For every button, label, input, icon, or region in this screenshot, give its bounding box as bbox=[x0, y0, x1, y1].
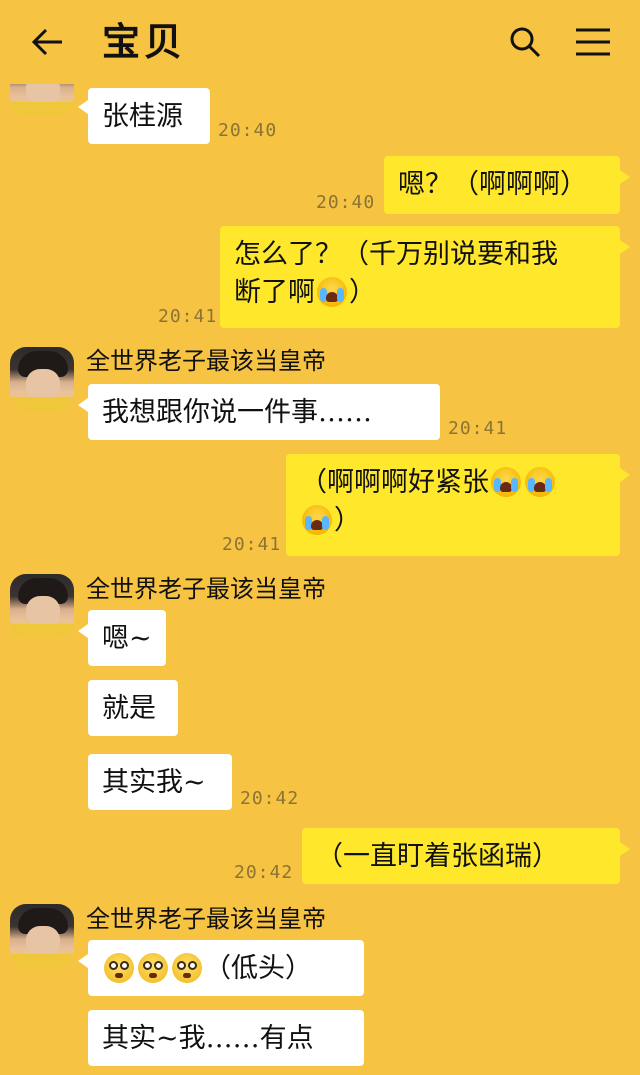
chat-title: 宝贝 bbox=[102, 19, 187, 64]
message-timestamp: 20:40 bbox=[316, 192, 376, 213]
message-text-line: ） bbox=[300, 502, 606, 540]
message-bubble-outgoing[interactable]: 怎么了？（千万别说要和我 断了啊） bbox=[220, 226, 620, 328]
flushed-face-icon bbox=[104, 953, 134, 983]
crying-face-icon bbox=[317, 277, 347, 307]
message-timestamp: 20:41 bbox=[158, 306, 218, 327]
chat-message-list[interactable]: 张桂源 20:40 嗯？（啊啊啊） 20:40 怎么了？（千万别说要和我 断了啊… bbox=[0, 84, 640, 1075]
back-button[interactable] bbox=[28, 24, 68, 60]
flushed-face-icon bbox=[172, 953, 202, 983]
message-timestamp: 20:40 bbox=[218, 120, 278, 141]
arrow-left-icon bbox=[31, 28, 62, 56]
sender-name: 全世界老子最该当皇帝 bbox=[86, 905, 326, 933]
message-bubble-outgoing[interactable]: 嗯？（啊啊啊） bbox=[384, 156, 620, 214]
message-bubble-incoming[interactable]: （低头） bbox=[88, 940, 364, 996]
search-button[interactable] bbox=[506, 24, 546, 60]
sender-name: 全世界老子最该当皇帝 bbox=[86, 347, 326, 375]
avatar[interactable] bbox=[10, 84, 74, 116]
message-bubble-incoming[interactable]: 张桂源 bbox=[88, 88, 210, 144]
message-bubble-incoming[interactable]: 就是 bbox=[88, 680, 178, 736]
message-bubble-incoming[interactable]: 我想跟你说一件事…… bbox=[88, 384, 440, 440]
message-bubble-incoming[interactable]: 嗯~ bbox=[88, 610, 166, 666]
message-timestamp: 20:41 bbox=[448, 418, 508, 439]
message-text-line: 断了啊） bbox=[234, 277, 376, 308]
flushed-face-icon bbox=[138, 953, 168, 983]
message-timestamp: 20:42 bbox=[240, 788, 300, 809]
chat-header: 宝贝 bbox=[0, 0, 640, 84]
message-text-line: （啊啊啊好紧张 bbox=[300, 464, 606, 502]
avatar[interactable] bbox=[10, 347, 74, 411]
crying-face-icon bbox=[525, 467, 555, 497]
sender-name: 全世界老子最该当皇帝 bbox=[86, 575, 326, 603]
message-text-line: 怎么了？（千万别说要和我 bbox=[234, 239, 558, 270]
message-bubble-incoming[interactable]: 其实~我……有点 bbox=[88, 1010, 364, 1066]
message-timestamp: 20:42 bbox=[234, 862, 294, 883]
message-bubble-outgoing[interactable]: （一直盯着张函瑞） bbox=[302, 828, 620, 884]
avatar[interactable] bbox=[10, 904, 74, 968]
avatar[interactable] bbox=[10, 574, 74, 638]
hamburger-menu-icon bbox=[576, 28, 610, 56]
crying-face-icon bbox=[302, 505, 332, 535]
search-icon bbox=[510, 27, 541, 58]
message-timestamp: 20:41 bbox=[222, 534, 282, 555]
message-bubble-outgoing[interactable]: （啊啊啊好紧张 ） bbox=[286, 454, 620, 556]
crying-face-icon bbox=[491, 467, 521, 497]
message-bubble-incoming[interactable]: 其实我~ bbox=[88, 754, 232, 810]
menu-button[interactable] bbox=[572, 24, 614, 60]
